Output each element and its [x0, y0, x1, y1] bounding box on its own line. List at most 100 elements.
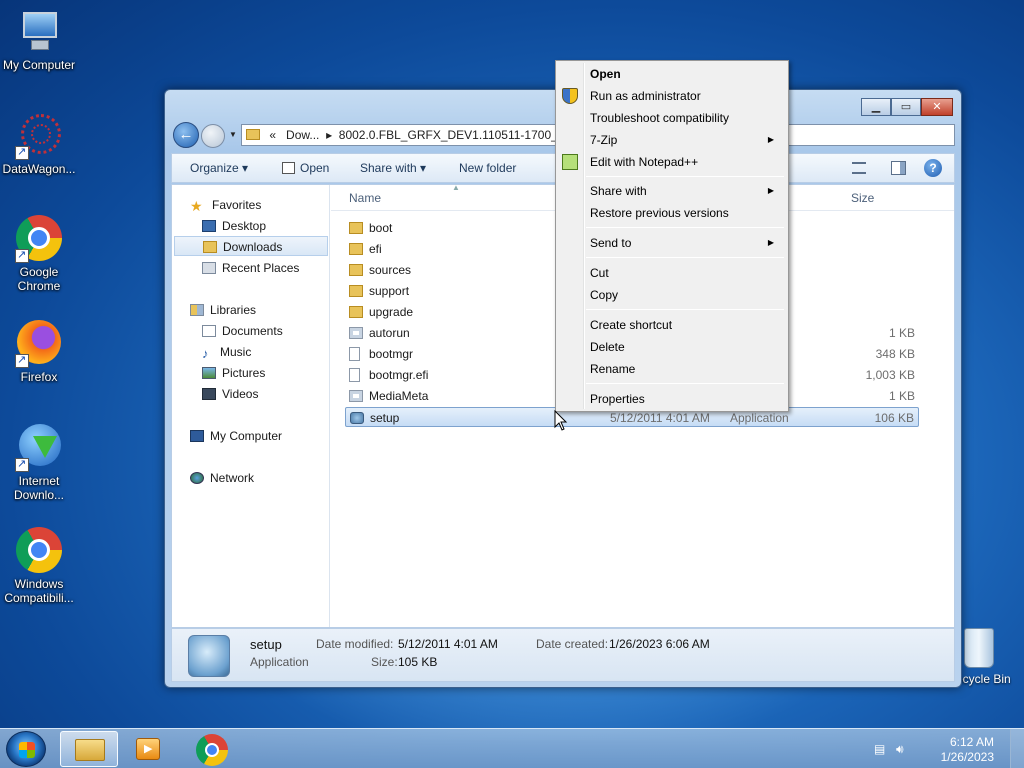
file-size: 1 KB	[888, 389, 915, 403]
desktop-icon-google-chrome[interactable]: Google Chrome	[0, 215, 78, 293]
notepad-plus-plus-icon	[562, 154, 578, 170]
folder-icon	[349, 222, 363, 234]
folder-icon	[246, 129, 260, 140]
details-date-modified-label: Date modified:	[316, 637, 394, 651]
network-tray-icon[interactable]: ▤	[874, 742, 888, 756]
menu-restore-previous-versions[interactable]: Restore previous versions	[590, 203, 782, 223]
menu-troubleshoot-compatibility[interactable]: Troubleshoot compatibility	[590, 108, 782, 128]
nav-label: My Computer	[210, 429, 283, 443]
taskbar-explorer[interactable]	[60, 731, 118, 767]
breadcrumb-current-folder[interactable]: 8002.0.FBL_GRFX_DEV1.110511-1700_X64F	[339, 128, 587, 142]
menu-send-to[interactable]: Send to ▶	[590, 233, 782, 253]
share-with-button[interactable]: Share with ▾	[360, 161, 426, 175]
desktop-icon-datawagon[interactable]: DataWagon...	[0, 112, 78, 176]
videos-icon	[202, 388, 216, 400]
nav-libraries[interactable]: Libraries	[190, 300, 256, 320]
maximize-button[interactable]: ▭	[891, 98, 921, 116]
start-button[interactable]	[6, 731, 46, 767]
open-label: Open	[300, 161, 330, 175]
minimize-button[interactable]: ▁	[861, 98, 891, 116]
setup-application-icon	[188, 635, 230, 677]
nav-favorites[interactable]: ★ Favorites	[190, 195, 261, 215]
nav-label: Documents	[222, 324, 283, 338]
menu-separator	[586, 227, 784, 228]
nav-documents[interactable]: Documents	[202, 321, 283, 341]
column-size[interactable]: Size	[851, 191, 874, 205]
nav-videos[interactable]: Videos	[202, 384, 258, 404]
sort-ascending-icon: ▲	[452, 183, 460, 192]
submenu-arrow-icon: ▶	[767, 186, 774, 195]
file-icon	[349, 368, 360, 382]
documents-icon	[202, 325, 216, 337]
clock-date[interactable]: 1/26/2023	[941, 750, 994, 764]
new-folder-button[interactable]: New folder	[459, 161, 516, 175]
help-icon[interactable]: ?	[924, 159, 942, 177]
details-date-modified: 5/12/2011 4:01 AM	[398, 637, 498, 651]
close-button[interactable]: ✕	[921, 98, 953, 116]
breadcrumb-downloads[interactable]: Dow...	[286, 128, 319, 142]
menu-properties[interactable]: Properties	[590, 389, 782, 409]
file-name: sources	[369, 263, 412, 277]
file-name: bootmgr.efi	[369, 368, 429, 382]
nav-network[interactable]: Network	[190, 468, 254, 488]
desktop-icon-label: Firefox	[20, 370, 58, 384]
star-icon: ★	[190, 198, 203, 214]
back-button[interactable]: ←	[173, 122, 199, 148]
menu-delete[interactable]: Delete	[590, 337, 782, 357]
details-size: 105 KB	[398, 655, 438, 669]
nav-downloads[interactable]: Downloads	[174, 236, 328, 256]
menu-rename[interactable]: Rename	[590, 359, 782, 379]
submenu-arrow-icon: ▶	[767, 135, 774, 144]
file-name: boot	[369, 221, 393, 235]
nav-pictures[interactable]: Pictures	[202, 363, 265, 383]
menu-copy[interactable]: Copy	[590, 285, 782, 305]
recycle-bin-icon	[964, 628, 994, 668]
desktop-icon-windows-compatibility[interactable]: Windows Compatibili...	[0, 527, 78, 605]
address-overflow[interactable]: «	[269, 128, 276, 142]
column-name[interactable]: Name	[349, 191, 381, 205]
menu-cut[interactable]: Cut	[590, 263, 782, 283]
file-name: efi	[369, 242, 382, 256]
nav-label: Desktop	[222, 219, 267, 233]
details-pane: setup Application Date modified: 5/12/20…	[171, 628, 955, 682]
show-desktop-button[interactable]	[1010, 729, 1024, 768]
downloads-folder-icon	[203, 241, 217, 253]
nav-label: Recent Places	[222, 261, 300, 275]
menu-open[interactable]: Open	[590, 64, 782, 84]
open-button[interactable]: Open	[282, 161, 329, 175]
shortcut-arrow-icon	[15, 353, 29, 368]
menu-7zip[interactable]: 7-Zip ▶	[590, 130, 782, 150]
taskbar-chrome[interactable]	[182, 731, 240, 767]
menu-create-shortcut[interactable]: Create shortcut	[590, 315, 782, 335]
nav-label: Videos	[222, 387, 259, 401]
navigation-pane: ★ Favorites Desktop Downloads Recent Plac…	[172, 185, 330, 627]
desktop-icon-my-computer[interactable]: My Computer	[0, 8, 78, 72]
clock-time[interactable]: 6:12 AM	[950, 735, 994, 749]
nav-music[interactable]: ♪ Music	[202, 342, 251, 362]
forward-button[interactable]	[201, 124, 225, 148]
volume-icon[interactable]: 🔊︎	[896, 742, 910, 756]
nav-label: Downloads	[223, 240, 283, 254]
desktop-icon-firefox[interactable]: Firefox	[0, 320, 78, 384]
taskbar-media-player[interactable]	[120, 731, 178, 767]
change-view-icon[interactable]	[852, 162, 866, 174]
music-icon: ♪	[202, 346, 209, 361]
chrome-icon	[15, 527, 63, 575]
settings-file-icon	[349, 327, 363, 339]
menu-share-with[interactable]: Share with ▶	[590, 181, 782, 201]
preview-pane-icon[interactable]	[891, 161, 906, 175]
chrome-icon	[15, 215, 63, 263]
desktop-icon-internet-download-manager[interactable]: Internet Downlo...	[0, 424, 78, 502]
submenu-arrow-icon: ▶	[767, 238, 774, 247]
menu-run-as-administrator[interactable]: Run as administrator	[590, 86, 782, 106]
menu-edit-with-notepad-plus-plus[interactable]: Edit with Notepad++	[590, 152, 782, 172]
recent-pages-dropdown[interactable]: ▼	[229, 130, 237, 139]
nav-recent-places[interactable]: Recent Places	[202, 258, 299, 278]
media-player-icon	[136, 738, 160, 760]
nav-my-computer[interactable]: My Computer	[190, 426, 282, 446]
nav-label: Music	[220, 345, 252, 359]
file-name: support	[369, 284, 410, 298]
organize-button[interactable]: Organize ▾	[190, 161, 248, 175]
nav-desktop[interactable]: Desktop	[202, 216, 266, 236]
details-date-created-label: Date created:	[536, 637, 609, 651]
